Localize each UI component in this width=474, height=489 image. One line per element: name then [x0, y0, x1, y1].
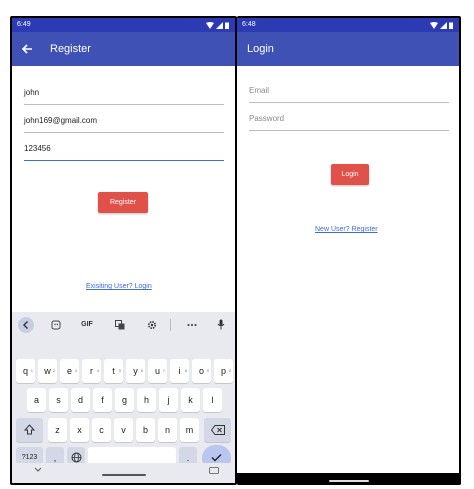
key-f[interactable]: f [93, 388, 112, 412]
status-bar: 6:49 [12, 18, 235, 32]
key-h[interactable]: h [137, 388, 156, 412]
key-j[interactable]: j [159, 388, 178, 412]
register-screen: 6:49 Register john john169@gmail.com 123… [12, 18, 235, 483]
signal-icon [440, 21, 447, 29]
status-time: 6:48 [242, 21, 256, 28]
translate-icon[interactable] [112, 316, 128, 334]
key-hint: 4 [96, 368, 99, 373]
key-c[interactable]: c [92, 418, 111, 442]
hide-keyboard-icon[interactable] [34, 467, 42, 473]
login-screen: 6:48 Login Email Password Login New User… [237, 18, 459, 473]
password-field[interactable]: 123456 [24, 138, 224, 161]
key-o[interactable]: 9o [192, 359, 211, 383]
keyboard-menu-icon[interactable] [18, 317, 34, 333]
keyboard-switch-icon[interactable] [209, 467, 219, 474]
key-n[interactable]: n [158, 418, 177, 442]
key-label: i [178, 366, 181, 376]
key-label: w [44, 366, 51, 376]
key-hint: 2 [52, 368, 55, 373]
key-z[interactable]: z [48, 418, 67, 442]
key-a[interactable]: a [27, 388, 46, 412]
key-s[interactable]: s [49, 388, 68, 412]
key-hint: 6 [140, 368, 143, 373]
key-e[interactable]: 3e [60, 359, 79, 383]
key-b[interactable]: b [136, 418, 155, 442]
key-hint: 9 [206, 368, 209, 373]
username-field[interactable]: john [24, 82, 224, 105]
status-icons [206, 18, 229, 32]
battery-icon [449, 22, 453, 29]
page-title: Login [247, 43, 274, 55]
sticker-icon[interactable] [48, 316, 64, 334]
key-label: r [90, 366, 93, 376]
login-phone: 6:48 Login Email Password Login New User… [237, 16, 461, 485]
more-options-icon[interactable] [184, 316, 200, 334]
key-u[interactable]: 7u [148, 359, 167, 383]
key-r[interactable]: 4r [82, 359, 101, 383]
key-l[interactable]: l [203, 388, 222, 412]
key-q[interactable]: 1q [16, 359, 35, 383]
keyboard-toolbar: GIF [12, 316, 235, 334]
register-button[interactable]: Register [98, 192, 148, 213]
key-label: e [66, 366, 72, 376]
key-m[interactable]: m [180, 418, 199, 442]
wifi-icon [206, 21, 214, 29]
status-bar: 6:48 [237, 18, 459, 32]
key-label: q [22, 366, 28, 376]
new-user-register-link[interactable]: New User? Register [315, 226, 378, 233]
battery-icon [225, 22, 229, 29]
key-hint: 3 [74, 368, 77, 373]
page-title: Register [50, 43, 91, 55]
key-hint: 0 [228, 368, 231, 373]
signal-icon [216, 21, 223, 29]
password-input[interactable]: Password [249, 108, 449, 131]
back-arrow-icon[interactable] [20, 42, 34, 56]
key-t[interactable]: 5t [104, 359, 123, 383]
key-label: o [198, 366, 204, 376]
gif-button[interactable]: GIF [78, 316, 96, 334]
gear-icon[interactable] [144, 316, 160, 334]
key-label: y [133, 366, 138, 376]
soft-keyboard: GIF 1q2w3e4r5t6y7u8i9o0p asdfghjkl z x c… [12, 312, 235, 483]
shift-key[interactable] [16, 418, 43, 442]
key-hint: 5 [118, 368, 121, 373]
app-bar: Login [237, 32, 459, 66]
key-g[interactable]: g [115, 388, 134, 412]
navigation-bar [12, 463, 235, 483]
login-button[interactable]: Login [331, 164, 369, 185]
navigation-bar [237, 473, 461, 485]
key-hint: 7 [162, 368, 165, 373]
key-w[interactable]: 2w [38, 359, 57, 383]
key-hint: 8 [184, 368, 187, 373]
status-icons [430, 18, 453, 32]
email-input[interactable]: Email [249, 80, 449, 103]
key-i[interactable]: 8i [170, 359, 189, 383]
microphone-icon[interactable] [214, 316, 228, 334]
key-p[interactable]: 0p [214, 359, 233, 383]
wifi-icon [430, 21, 438, 29]
status-time: 6:49 [17, 21, 31, 28]
app-bar: Register [12, 32, 235, 66]
key-v[interactable]: v [114, 418, 133, 442]
key-label: u [154, 366, 160, 376]
toolbar-divider [170, 319, 171, 331]
register-phone: 6:49 Register john john169@gmail.com 123… [10, 16, 237, 485]
home-indicator[interactable] [101, 474, 146, 476]
key-label: t [112, 366, 115, 376]
existing-user-login-link[interactable]: Exisiting User? Login [86, 283, 152, 290]
email-field[interactable]: john169@gmail.com [24, 110, 224, 133]
key-d[interactable]: d [71, 388, 90, 412]
key-y[interactable]: 6y [126, 359, 145, 383]
key-label: p [220, 366, 226, 376]
key-hint: 1 [30, 368, 33, 373]
key-x[interactable]: x [70, 418, 89, 442]
key-k[interactable]: k [181, 388, 200, 412]
home-indicator[interactable] [329, 480, 369, 482]
backspace-key[interactable] [204, 418, 231, 442]
